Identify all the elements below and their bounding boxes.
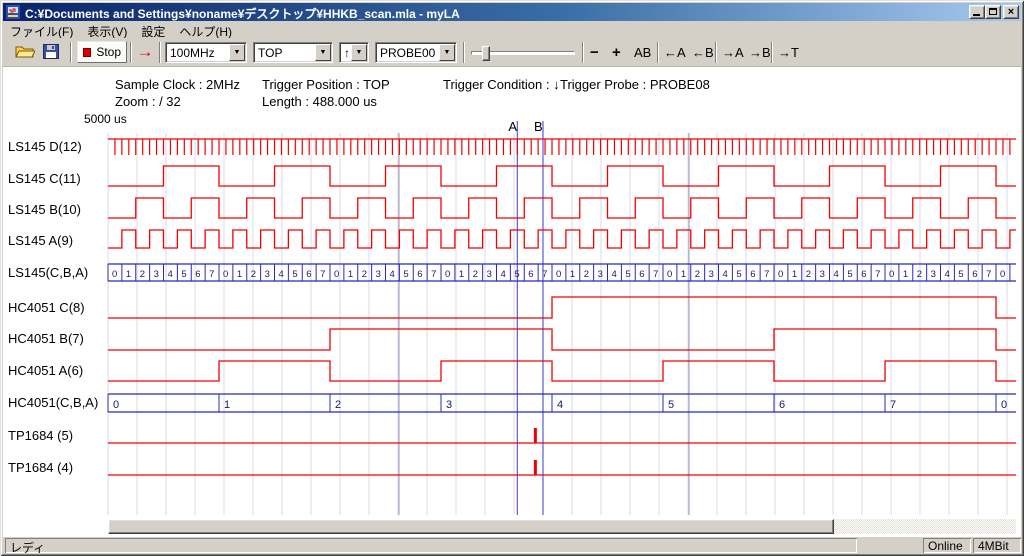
toolbar-separator <box>463 42 465 63</box>
menu-bar: ファイル(F)表示(V)設定ヘルプ(H) <box>3 21 1021 38</box>
probe-value: PROBE00 <box>380 46 435 60</box>
trigger-position-dropdown-button[interactable]: ▼ <box>315 44 331 61</box>
waveform-panel <box>3 67 1021 536</box>
toolbar-separator <box>130 42 132 63</box>
run-arrow-icon: → <box>137 42 154 61</box>
menu-help[interactable]: ヘルプ(H) <box>172 21 239 38</box>
open-file-icon[interactable] <box>15 44 35 59</box>
probe-dropdown-button[interactable]: ▼ <box>439 44 455 61</box>
status-message: レディ <box>5 538 857 553</box>
zoom-text: Zoom : / 32 <box>115 94 181 109</box>
trigger-edge-value: ↑ <box>344 46 350 60</box>
window-title: C:¥Documents and Settings¥noname¥デスクトップ¥… <box>25 5 961 22</box>
chevron-down-icon: ▼ <box>234 49 241 56</box>
toolbar-separator <box>771 42 773 63</box>
sample-rate-dropdown-button[interactable]: ▼ <box>229 44 245 61</box>
trigger-edge-combobox[interactable]: ↑ ▼ <box>339 42 369 63</box>
toolbar-separator <box>159 42 161 63</box>
zoom-in-button[interactable]: + <box>609 42 624 63</box>
stop-label: Stop <box>96 45 121 59</box>
app-icon <box>6 5 20 19</box>
minimize-icon <box>973 14 980 16</box>
title-bar[interactable]: C:¥Documents and Settings¥noname¥デスクトップ¥… <box>3 3 1021 21</box>
zoom-out-button[interactable]: − <box>587 42 602 63</box>
trigger-edge-dropdown-button[interactable]: ▼ <box>351 44 367 61</box>
toolbar: Stop → 100MHz ▼ TOP ▼ ↑ ▼ PROBE00 ▼ − + … <box>3 38 1021 67</box>
trigger-position-value: TOP <box>258 46 282 60</box>
sample-clock-text: Sample Clock : 2MHz <box>115 77 240 92</box>
status-online: Online <box>923 538 971 553</box>
run-button[interactable]: → <box>134 41 156 63</box>
chevron-down-icon: ▼ <box>320 49 327 56</box>
sample-rate-value: 100MHz <box>170 46 215 60</box>
menu-view[interactable]: 表示(V) <box>80 21 134 38</box>
toolbar-separator <box>582 42 584 63</box>
trigger-probe-text: Trigger Probe : PROBE08 <box>560 77 710 92</box>
status-memory: 4MBit <box>973 538 1021 553</box>
close-button[interactable]: × <box>1003 5 1019 19</box>
length-text: Length : 488.000 us <box>262 94 377 109</box>
minimize-button[interactable] <box>969 5 985 19</box>
status-bar: レディ Online 4MBit <box>3 536 1021 553</box>
goto-marker-a-button[interactable]: ←A <box>661 43 689 62</box>
menu-settings[interactable]: 設定 <box>134 21 172 38</box>
zoom-slider[interactable] <box>471 51 575 55</box>
toolbar-separator <box>715 42 717 63</box>
stop-button[interactable]: Stop <box>77 41 127 63</box>
time-start-label: 5000 us <box>84 112 127 126</box>
toolbar-separator <box>657 42 659 63</box>
set-marker-b-button[interactable]: →B <box>746 43 774 62</box>
toolbar-separator <box>70 42 72 63</box>
goto-trigger-button[interactable]: →T <box>775 43 802 62</box>
maximize-icon <box>989 8 997 15</box>
chevron-down-icon: ▼ <box>444 49 451 56</box>
set-marker-a-button[interactable]: →A <box>719 43 747 62</box>
chevron-down-icon: ▼ <box>356 49 363 56</box>
trigger-position-text: Trigger Position : TOP <box>262 77 390 92</box>
probe-combobox[interactable]: PROBE00 ▼ <box>375 42 457 63</box>
sample-rate-combobox[interactable]: 100MHz ▼ <box>165 42 247 63</box>
horizontal-scrollbar[interactable] <box>108 519 1016 534</box>
close-icon: × <box>1008 6 1014 18</box>
app-window: C:¥Documents and Settings¥noname¥デスクトップ¥… <box>0 0 1024 556</box>
trigger-position-combobox[interactable]: TOP ▼ <box>253 42 333 63</box>
menu-file[interactable]: ファイル(F) <box>3 21 80 38</box>
stop-icon <box>83 48 91 57</box>
maximize-button[interactable] <box>985 5 1001 19</box>
goto-marker-b-button[interactable]: ←B <box>689 43 717 62</box>
trigger-condition-text: Trigger Condition : ↓ <box>443 77 560 92</box>
save-icon[interactable] <box>43 44 59 59</box>
zoom-slider-thumb[interactable] <box>482 46 490 61</box>
horizontal-scrollbar-thumb[interactable] <box>108 519 834 534</box>
zoom-ab-button[interactable]: AB <box>631 43 654 62</box>
